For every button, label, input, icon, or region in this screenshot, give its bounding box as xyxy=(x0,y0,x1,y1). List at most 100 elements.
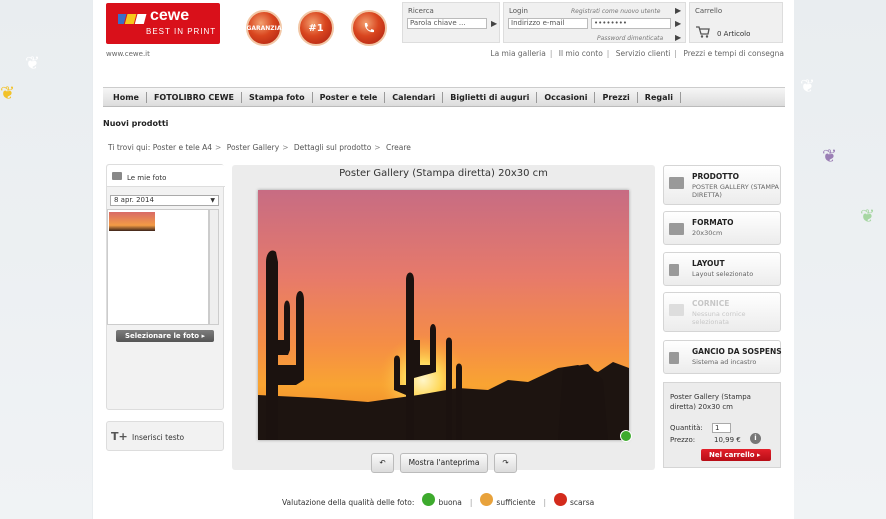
cart-count: 0 Articolo xyxy=(717,30,751,38)
breadcrumb-item-current: Creare xyxy=(385,143,411,152)
canvas-title: Poster Gallery (Stampa diretta) 20x30 cm xyxy=(339,168,548,179)
nav-stampa-foto[interactable]: Stampa foto xyxy=(242,91,313,103)
select-photos-label: Selezionare le foto xyxy=(124,332,200,340)
prices-delivery-link[interactable]: Prezzi e tempi di consegna xyxy=(683,49,784,58)
hanger-icon xyxy=(669,352,679,364)
login-title: Login xyxy=(509,7,528,15)
nav-prezzi[interactable]: Prezzi xyxy=(595,91,638,103)
register-link[interactable]: Registrati come nuovo utente xyxy=(571,8,660,15)
forgot-password-link[interactable]: Password dimenticata xyxy=(597,35,663,42)
option-subtitle: 20x30cm xyxy=(692,229,723,237)
option-subtitle: Sistema ad incastro xyxy=(692,358,757,366)
my-photos-title: Le mie foto xyxy=(127,174,167,182)
register-go-icon[interactable]: ▶ xyxy=(675,7,681,15)
customer-service-link[interactable]: Servizio clienti xyxy=(616,49,671,58)
info-icon[interactable]: i xyxy=(750,433,761,444)
frame-icon xyxy=(669,304,684,316)
phone-badge-icon xyxy=(351,10,387,46)
butterfly-icon: ❦ xyxy=(860,206,876,227)
breadcrumb-item[interactable]: Poster e tele A4 xyxy=(153,143,212,152)
option-subtitle: Nessuna cornice selezionata xyxy=(692,310,746,326)
option-title: GANCIO DA SOSPENS xyxy=(692,347,782,356)
main-nav: Home FOTOLIBRO CEWE Stampa foto Poster e… xyxy=(103,87,785,107)
search-title: Ricerca xyxy=(408,7,434,15)
layout-icon xyxy=(669,264,679,276)
add-to-cart-button[interactable]: Nel carrello ▸ xyxy=(701,449,771,461)
product-option[interactable]: PRODOTTO POSTER GALLERY (STAMPA DIRETTA) xyxy=(663,165,781,205)
my-photos-header: Le mie foto xyxy=(107,165,225,187)
my-photos-panel: Le mie foto 8 apr. 2014 ▼ Selezionare le… xyxy=(106,164,225,410)
insert-text-label: Inserisci testo xyxy=(132,433,185,442)
option-title: LAYOUT xyxy=(692,259,725,268)
quality-poor-label: scarsa xyxy=(570,498,595,507)
breadcrumb-label: Ti trovi qui: xyxy=(108,143,151,152)
quantity-label: Quantità: xyxy=(670,424,703,432)
smiley-poor-icon xyxy=(554,493,567,506)
date-select[interactable]: 8 apr. 2014 ▼ xyxy=(110,195,219,206)
cart-header-box[interactable]: Carrello 0 Articolo xyxy=(689,2,783,43)
nav-calendari[interactable]: Calendari xyxy=(385,91,444,103)
hanger-option[interactable]: GANCIO DA SOSPENS Sistema ad incastro xyxy=(663,340,782,374)
insert-text-button[interactable]: T+ Inserisci testo xyxy=(106,421,224,451)
cart-title: Carrello xyxy=(695,7,723,15)
nav-home[interactable]: Home xyxy=(106,91,147,103)
nav-fotolibro[interactable]: FOTOLIBRO CEWE xyxy=(147,91,243,103)
order-product-name: Poster Gallery (Stampa diretta) 20x30 cm xyxy=(670,393,751,411)
number-one-badge-icon: #1 xyxy=(298,10,334,46)
nav-biglietti[interactable]: Biglietti di auguri xyxy=(443,91,538,103)
format-option[interactable]: FORMATO 20x30cm xyxy=(663,211,781,245)
redo-button[interactable]: ↷ xyxy=(494,453,517,473)
top-links: La mia galleria | Il mio conto | Servizio … xyxy=(490,49,784,58)
photo-quality-good-icon xyxy=(620,430,632,442)
photo-thumbnail-list xyxy=(107,209,209,325)
smiley-good-icon xyxy=(422,493,436,506)
preview-label: Mostra l'anteprima xyxy=(408,458,480,467)
shopping-cart-icon xyxy=(696,26,710,38)
thumbnail-scrollbar[interactable] xyxy=(209,209,219,325)
option-title: PRODOTTO xyxy=(692,172,740,181)
nav-regali[interactable]: Regali xyxy=(638,91,681,103)
text-add-icon: T+ xyxy=(111,430,128,443)
option-title: CORNICE xyxy=(692,299,730,308)
password-field[interactable]: •••••••• xyxy=(591,18,671,29)
layout-option[interactable]: LAYOUT Layout selezionato xyxy=(663,252,781,286)
page-container: cewe BEST IN PRINT www.cewe.it GARANZIA … xyxy=(93,0,794,519)
breadcrumb-item[interactable]: Poster Gallery xyxy=(227,143,280,152)
editor-canvas-panel: Poster Gallery (Stampa diretta) 20x30 cm xyxy=(232,165,655,470)
quantity-input[interactable]: 1 xyxy=(712,423,731,433)
preview-button[interactable]: Mostra l'anteprima xyxy=(400,453,488,473)
forgot-go-icon[interactable]: ▶ xyxy=(675,34,681,42)
my-account-link[interactable]: Il mio conto xyxy=(559,49,603,58)
quality-good-label: buona xyxy=(438,498,462,507)
nav-occasioni[interactable]: Occasioni xyxy=(537,91,596,103)
select-photos-button[interactable]: Selezionare le foto ▸ xyxy=(116,330,214,342)
nav-poster-tele[interactable]: Poster e tele xyxy=(313,91,386,103)
login-box: Login Registrati come nuovo utente ▶ Ind… xyxy=(503,2,686,43)
undo-button[interactable]: ↶ xyxy=(371,453,394,473)
product-icon xyxy=(669,177,684,189)
email-field[interactable]: Indirizzo e-mail xyxy=(508,18,588,29)
search-input[interactable]: Parola chiave ... xyxy=(407,18,487,29)
option-subtitle: POSTER GALLERY (STAMPA DIRETTA) xyxy=(692,183,779,199)
sunset-cactus-image xyxy=(258,250,629,440)
photo-thumbnail[interactable] xyxy=(109,212,155,231)
butterfly-icon: ❦ xyxy=(0,83,16,104)
price-label: Prezzo: xyxy=(670,436,696,444)
my-gallery-link[interactable]: La mia galleria xyxy=(490,49,545,58)
format-grid-icon xyxy=(669,223,684,235)
logo-mark-icon xyxy=(118,14,147,24)
cewe-logo[interactable]: cewe BEST IN PRINT xyxy=(106,3,220,44)
site-url: www.cewe.it xyxy=(106,50,150,58)
section-title: Nuovi prodotti xyxy=(103,119,169,128)
poster-photo[interactable] xyxy=(258,190,629,440)
camera-icon xyxy=(112,172,122,180)
date-select-value: 8 apr. 2014 xyxy=(114,196,154,204)
search-go-icon[interactable]: ▶ xyxy=(491,20,497,28)
login-go-icon[interactable]: ▶ xyxy=(675,20,681,28)
quality-legend-label: Valutazione della qualità delle foto: xyxy=(282,498,415,507)
smiley-sufficient-icon xyxy=(480,493,494,506)
quality-sufficient-label: sufficiente xyxy=(496,498,536,507)
price-value: 10,99 € xyxy=(714,436,741,444)
background-right xyxy=(782,0,886,519)
breadcrumb-item[interactable]: Dettagli sul prodotto xyxy=(294,143,371,152)
